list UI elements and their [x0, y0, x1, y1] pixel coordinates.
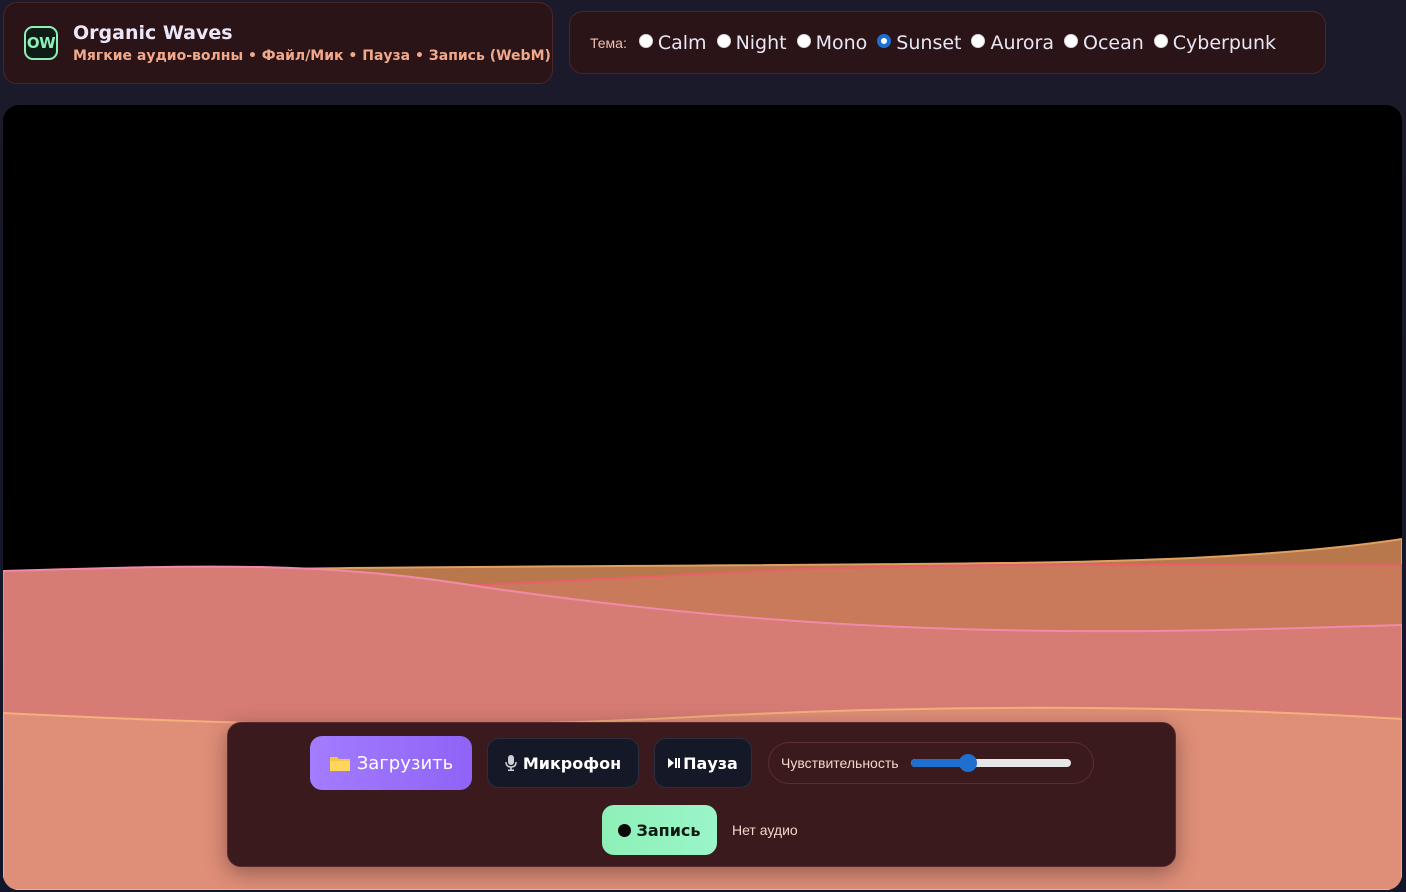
- theme-radio-aurora[interactable]: [971, 33, 986, 48]
- brand-text: Organic Waves Мягкие аудио-волны • Файл/…: [73, 22, 551, 65]
- pause-label: Пауза: [683, 753, 738, 773]
- record-dot-icon: [618, 823, 632, 837]
- theme-option-calm[interactable]: Calm: [638, 31, 707, 54]
- app-logo: OW: [24, 26, 58, 60]
- folder-icon: [329, 754, 351, 772]
- theme-name-cyberpunk: Cyberpunk: [1172, 31, 1277, 54]
- theme-selector: Тема: Calm Night Mono Sunset Aurora Ocea…: [569, 11, 1326, 74]
- upload-label: Загрузить: [356, 752, 454, 774]
- microphone-icon: [505, 755, 517, 771]
- app-subtitle: Мягкие аудио-волны • Файл/Мик • Пауза • …: [73, 47, 551, 64]
- theme-name-ocean: Ocean: [1083, 31, 1144, 54]
- theme-radio-ocean[interactable]: [1064, 33, 1078, 48]
- theme-radio-cyberpunk[interactable]: [1153, 33, 1168, 48]
- record-label: Запись: [636, 820, 701, 840]
- play-pause-icon: [668, 757, 681, 769]
- theme-name-calm: Calm: [657, 31, 707, 54]
- sensitivity-label: Чувствительность: [781, 755, 899, 771]
- microphone-button[interactable]: Микрофон: [487, 738, 639, 788]
- theme-option-ocean[interactable]: Ocean: [1064, 32, 1144, 54]
- microphone-label: Микрофон: [522, 753, 622, 773]
- record-button[interactable]: Запись: [602, 805, 717, 855]
- theme-option-cyberpunk[interactable]: Cyberpunk: [1153, 31, 1277, 54]
- theme-radio-mono[interactable]: [796, 33, 811, 48]
- theme-radio-calm[interactable]: [638, 33, 653, 48]
- audio-status: Нет аудио: [732, 822, 798, 838]
- sensitivity-control: Чувствительность: [768, 742, 1094, 784]
- theme-option-sunset[interactable]: Sunset: [877, 32, 961, 54]
- control-panel: Загрузить Микрофон Пауза Чувствительност…: [227, 722, 1176, 867]
- upload-button[interactable]: Загрузить: [310, 736, 472, 790]
- theme-option-night[interactable]: Night: [716, 31, 787, 54]
- theme-name-night: Night: [735, 31, 787, 54]
- theme-radio-night[interactable]: [716, 33, 731, 48]
- theme-name-aurora: Aurora: [990, 31, 1054, 54]
- app-title: Organic Waves: [73, 21, 233, 44]
- sensitivity-slider[interactable]: [910, 753, 1071, 773]
- slider-thumb[interactable]: [959, 754, 978, 772]
- theme-name-mono: Mono: [815, 31, 868, 54]
- pause-button[interactable]: Пауза: [654, 738, 752, 788]
- theme-option-mono[interactable]: Mono: [796, 31, 868, 54]
- brand-header: OW Organic Waves Мягкие аудио-волны • Фа…: [3, 2, 553, 84]
- theme-name-sunset: Sunset: [896, 31, 962, 54]
- theme-label: Тема:: [590, 34, 627, 51]
- theme-radio-sunset[interactable]: [877, 33, 892, 48]
- theme-option-aurora[interactable]: Aurora: [971, 32, 1054, 54]
